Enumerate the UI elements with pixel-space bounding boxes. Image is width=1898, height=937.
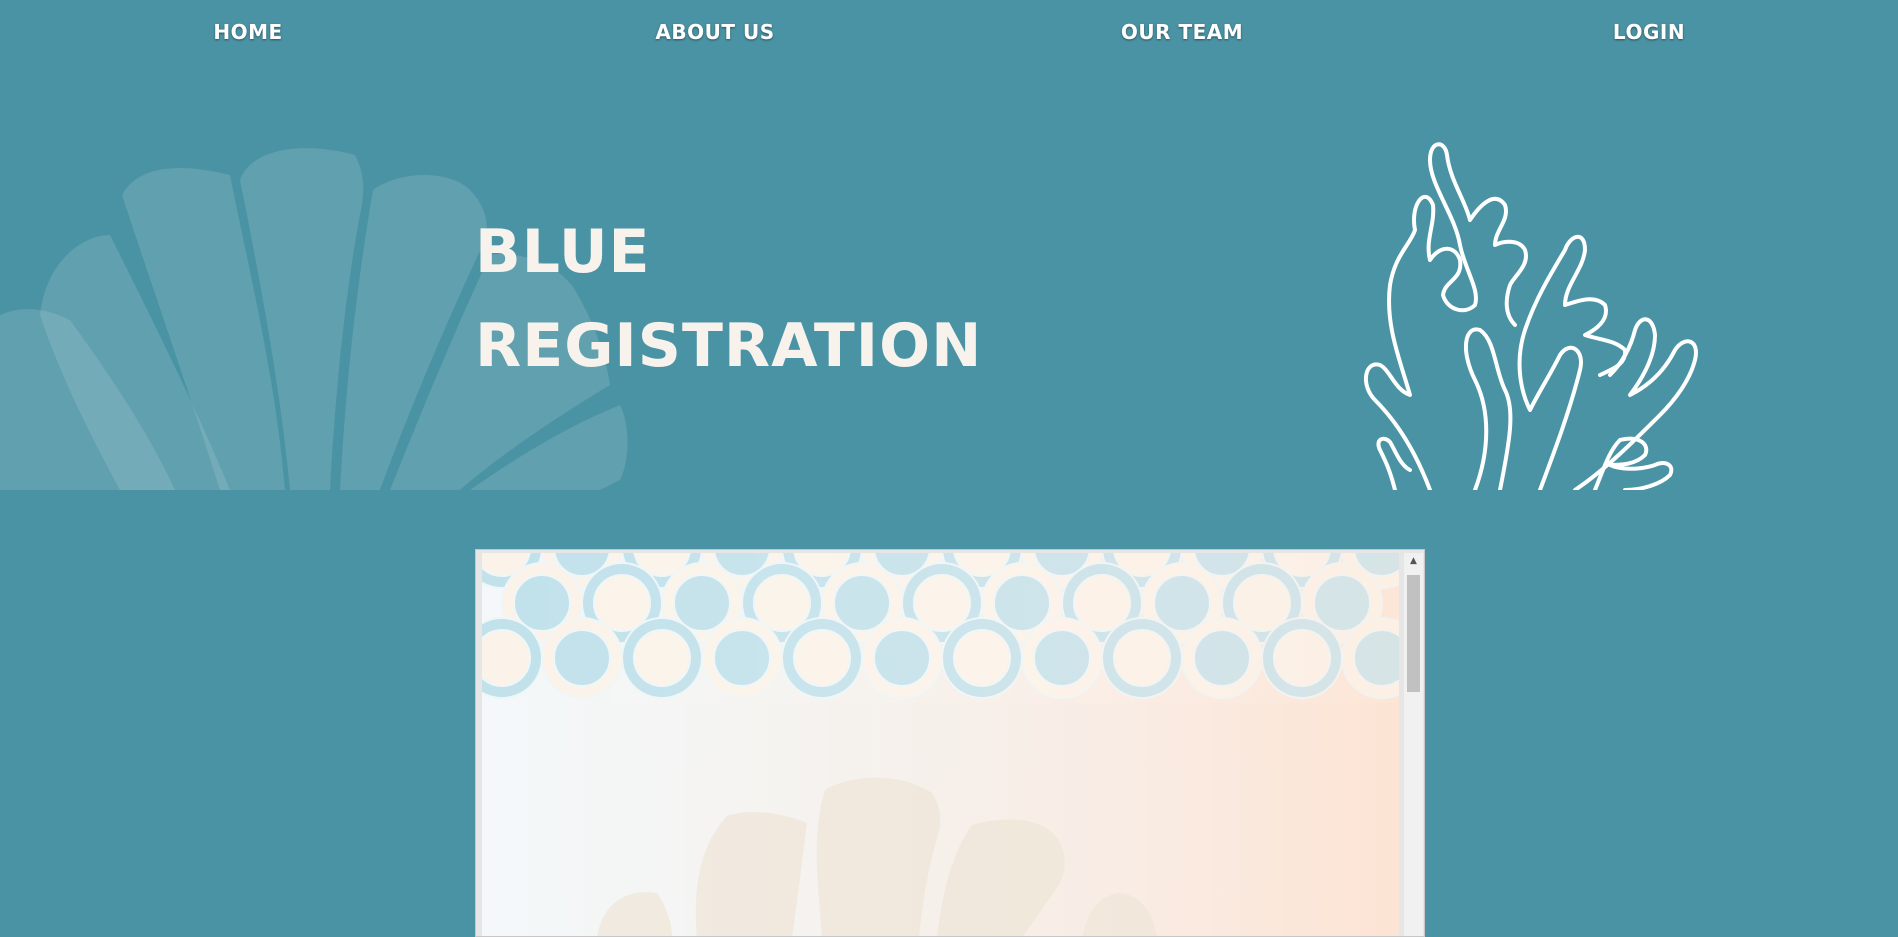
embedded-frame[interactable]: ▲ xyxy=(475,549,1425,937)
frame-content xyxy=(482,553,1399,936)
title-line-registration: REGISTRATION xyxy=(475,311,983,381)
scale-pattern xyxy=(482,553,1399,936)
nav-home-link[interactable]: HOME xyxy=(213,20,282,44)
page-title: BLUE REGISTRATION xyxy=(475,205,982,393)
scroll-up-arrow[interactable]: ▲ xyxy=(1404,553,1423,570)
nav-login-link[interactable]: LOGIN xyxy=(1613,20,1685,44)
frame-scrollbar[interactable]: ▲ xyxy=(1404,553,1423,936)
nav-about-link[interactable]: ABOUT US xyxy=(655,20,774,44)
top-nav: HOME ABOUT US OUR TEAM LOGIN xyxy=(0,0,1898,70)
coral-icon xyxy=(1355,110,1725,490)
scroll-thumb[interactable] xyxy=(1407,575,1420,692)
title-line-blue: BLUE xyxy=(475,217,651,287)
nav-team-link[interactable]: OUR TEAM xyxy=(1121,20,1243,44)
